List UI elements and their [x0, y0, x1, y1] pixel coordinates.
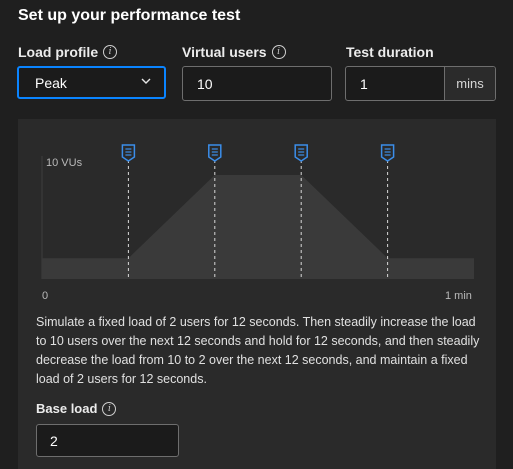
load-profile-label-text: Load profile [18, 44, 99, 60]
y-max-label: 10 VUs [46, 157, 83, 169]
info-icon[interactable]: i [271, 45, 286, 59]
test-duration-input[interactable]: 1 mins [345, 66, 496, 101]
load-profile-select[interactable]: Peak [17, 66, 166, 99]
virtual-users-label: Virtual users i [182, 44, 286, 60]
test-duration-value: 1 [360, 75, 368, 92]
load-profile-value: Peak [35, 74, 67, 91]
phase-marker-icon[interactable] [208, 144, 222, 162]
virtual-users-input[interactable]: 10 [182, 66, 332, 101]
base-load-value: 2 [50, 432, 58, 449]
load-area [42, 175, 474, 279]
x-start-label: 0 [42, 290, 49, 302]
phase-marker-icon[interactable] [294, 144, 308, 162]
virtual-users-value: 10 [197, 75, 213, 92]
test-duration-label: Test duration [346, 44, 434, 60]
test-duration-unit: mins [444, 67, 495, 100]
phase-marker-icon[interactable] [121, 144, 136, 162]
phase-marker-icon[interactable] [380, 144, 395, 162]
profile-description: Simulate a fixed load of 2 users for 12 … [36, 315, 480, 386]
base-load-label-text: Base load [36, 401, 98, 416]
base-load-input[interactable]: 2 [36, 424, 179, 457]
load-profile-label: Load profile i [18, 44, 118, 60]
load-profile-panel: 10 VUs 0 1 min Simulate a fixed load of … [18, 119, 496, 469]
info-icon[interactable]: i [103, 45, 118, 59]
x-end-label: 1 min [445, 290, 472, 302]
virtual-users-label-text: Virtual users [182, 44, 267, 60]
chevron-down-icon [141, 78, 151, 84]
load-profile-chart [41, 144, 474, 279]
page-title: Set up your performance test [18, 7, 241, 24]
base-load-label: Base load i [36, 401, 117, 416]
info-icon[interactable]: i [102, 401, 117, 416]
test-duration-label-text: Test duration [346, 44, 434, 60]
